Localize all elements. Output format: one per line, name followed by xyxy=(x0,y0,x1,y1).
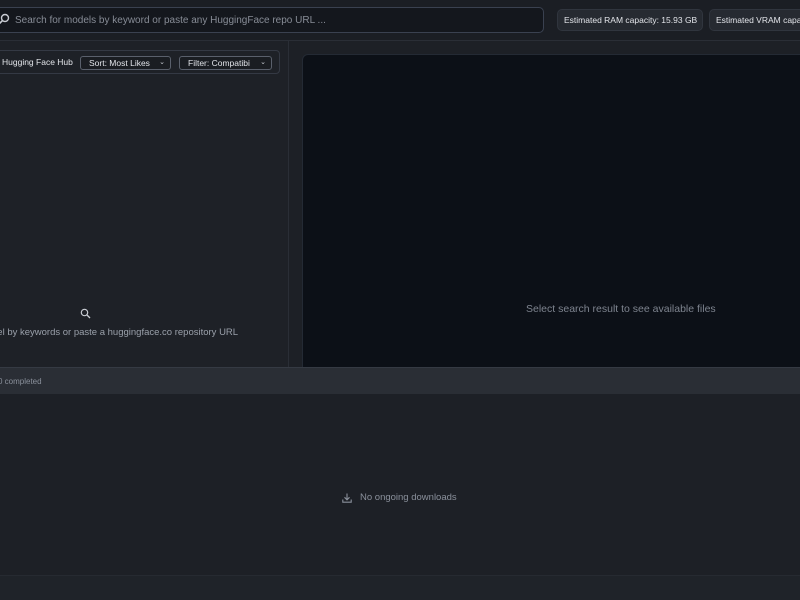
filter-dropdown[interactable]: Filter: Compatibi ⌄ xyxy=(179,56,272,70)
chevron-down-icon: ⌄ xyxy=(260,59,266,66)
model-files-panel: Select search result to see available fi… xyxy=(302,54,800,374)
model-search-box[interactable] xyxy=(0,7,544,33)
downloads-empty-state: No ongoing downloads xyxy=(342,492,457,503)
ram-capacity-badge: Estimated RAM capacity: 15.93 GB ? xyxy=(557,9,703,31)
footer-bar xyxy=(0,575,800,600)
sort-dropdown-value: Sort: Most Likes xyxy=(89,58,150,68)
top-bar: Estimated RAM capacity: 15.93 GB ? Estim… xyxy=(0,0,800,41)
downloads-empty-message: No ongoing downloads xyxy=(360,492,457,503)
files-empty-message: Select search result to see available fi… xyxy=(526,303,716,315)
empty-results-hint: del by keywords or paste a huggingface.c… xyxy=(0,327,239,338)
vram-capacity-badge: Estimated VRAM capacity xyxy=(709,9,800,31)
downloads-status-bar[interactable]: 0 completed xyxy=(0,367,800,394)
search-icon xyxy=(80,308,91,319)
vram-capacity-label: Estimated VRAM capacity xyxy=(716,15,800,25)
results-toolbar: Hugging Face Hub Sort: Most Likes ⌄ Filt… xyxy=(0,50,280,74)
filter-dropdown-value: Filter: Compatibi xyxy=(188,58,250,68)
download-icon xyxy=(342,493,352,503)
search-icon xyxy=(0,13,10,25)
search-results-panel: Hugging Face Hub Sort: Most Likes ⌄ Filt… xyxy=(0,41,289,367)
source-label: Hugging Face Hub xyxy=(2,57,73,67)
ram-capacity-label: Estimated RAM capacity: 15.93 GB xyxy=(564,15,698,25)
chevron-down-icon: ⌄ xyxy=(159,59,165,66)
completed-count: 0 completed xyxy=(0,377,42,386)
search-input[interactable] xyxy=(15,12,525,29)
downloads-panel: No ongoing downloads xyxy=(0,394,800,575)
sort-dropdown[interactable]: Sort: Most Likes ⌄ xyxy=(80,56,171,70)
